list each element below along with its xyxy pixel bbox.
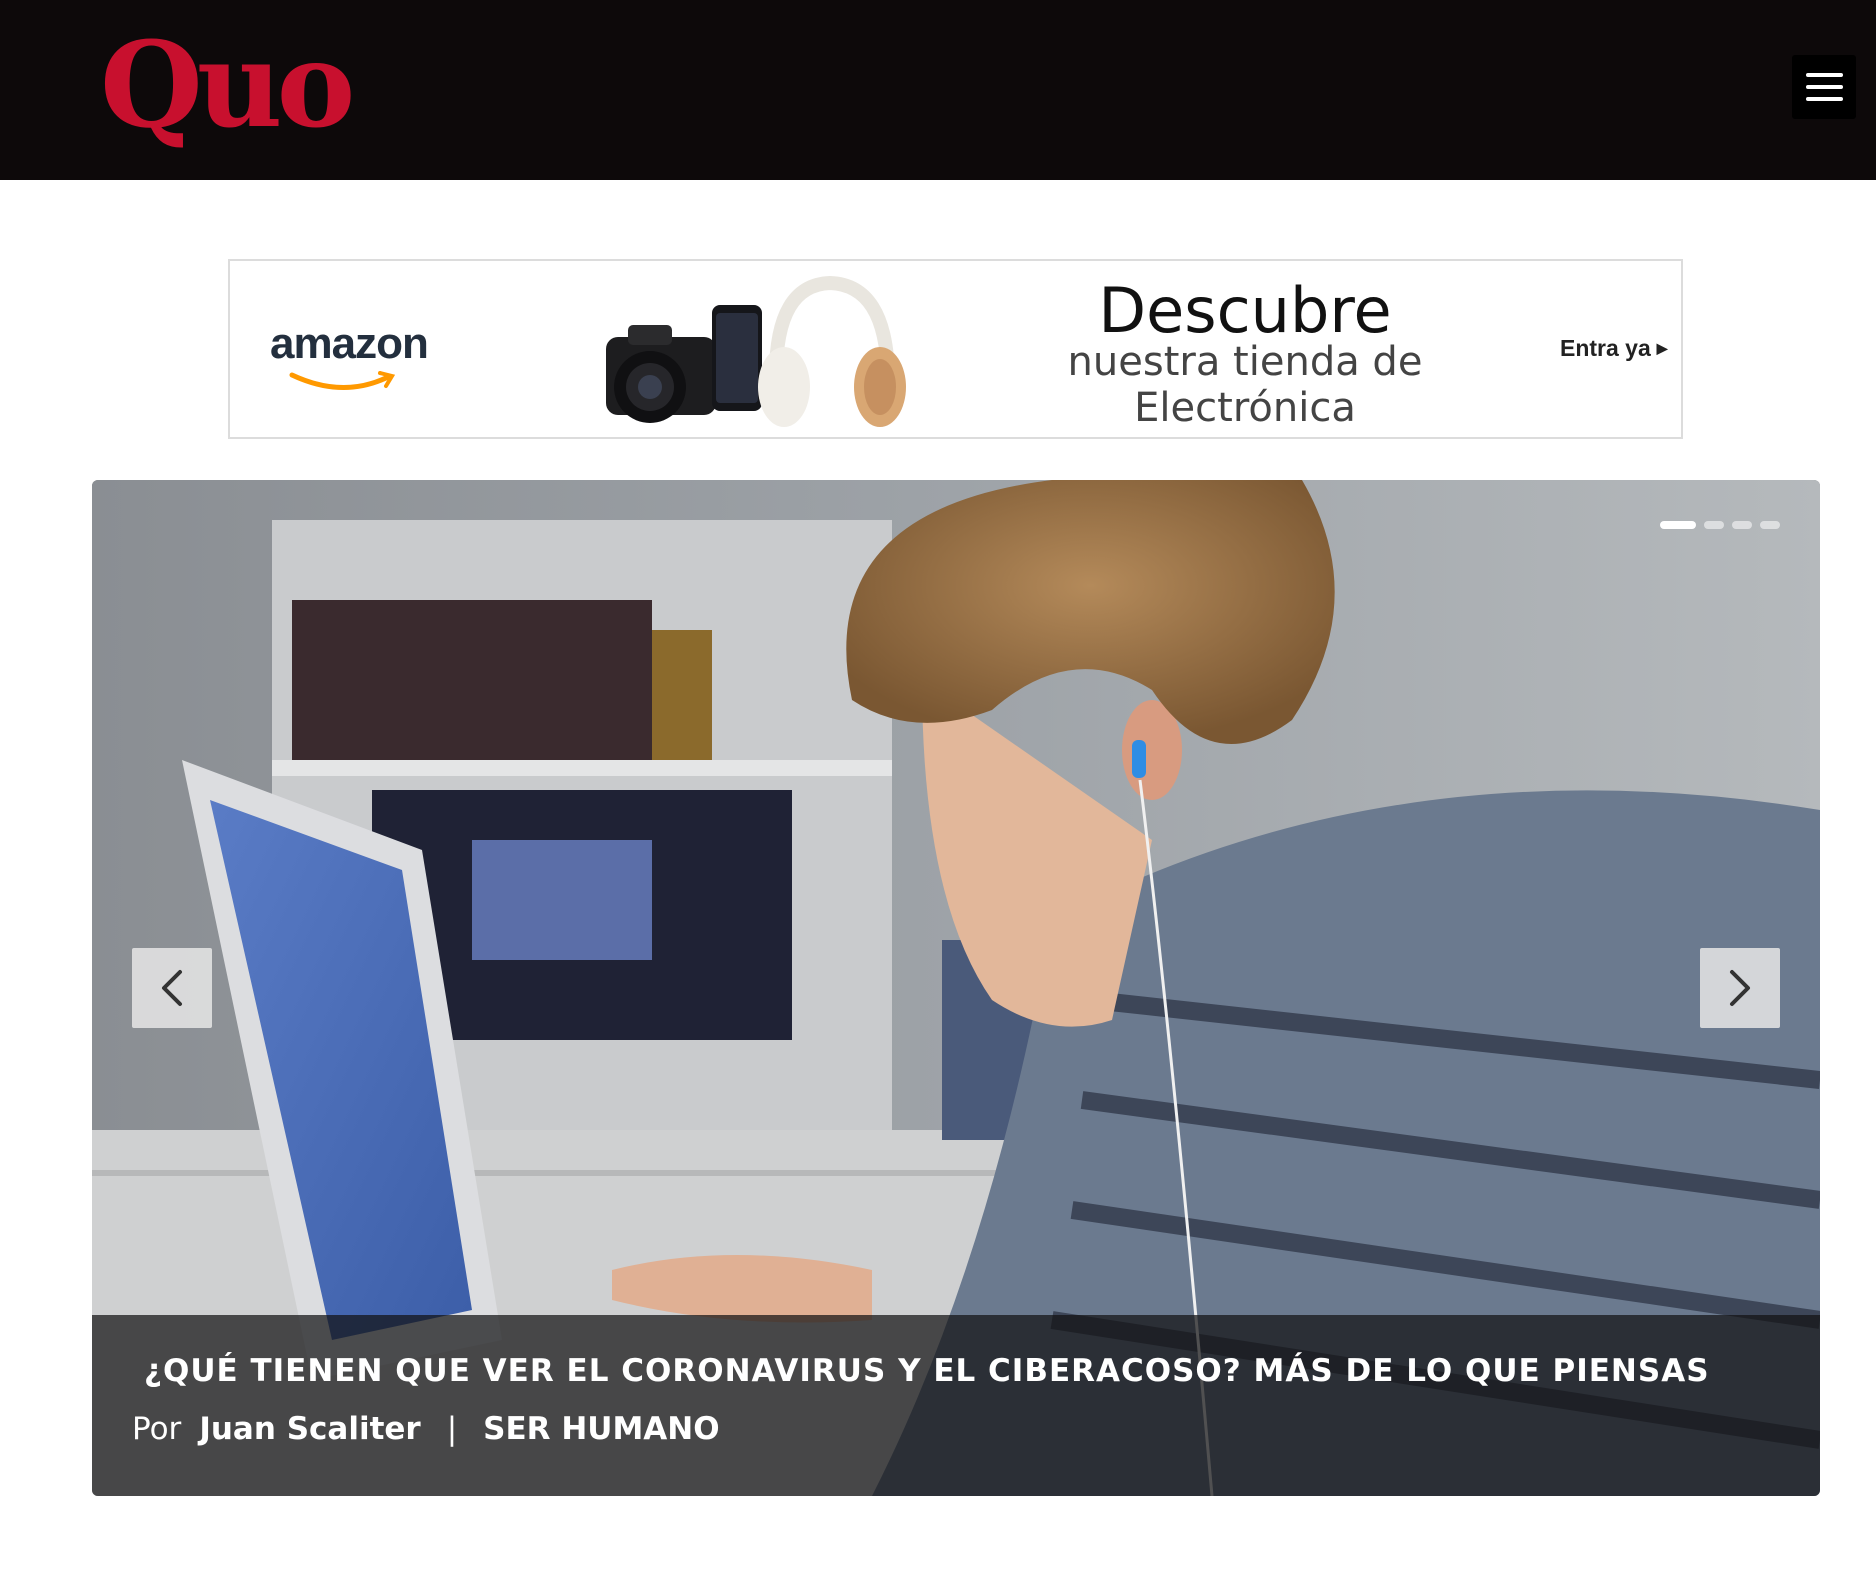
amazon-ad-banner[interactable]: amazon Descubre nuestra tienda de Electr… — [228, 259, 1683, 439]
site-header: Quo — [0, 0, 1876, 180]
hero-slider[interactable]: ¿QUÉ TIENEN QUE VER EL CORONAVIRUS Y EL … — [92, 480, 1820, 1496]
byline-label: Por — [132, 1411, 182, 1447]
article-title-link[interactable]: ¿QUÉ TIENEN QUE VER EL CORONAVIRUS Y EL … — [144, 1353, 1710, 1389]
slider-dot-2[interactable] — [1704, 521, 1724, 529]
quo-logo[interactable]: Quo — [100, 10, 355, 160]
caret-right-icon: ▶ — [1656, 340, 1668, 356]
electronics-products-image — [606, 275, 906, 427]
amazon-smile-icon — [289, 371, 396, 390]
ad-subline: nuestra tienda de Electrónica — [990, 339, 1500, 431]
byline-separator: | — [446, 1411, 458, 1447]
ad-headline: Descubre — [1098, 274, 1392, 347]
slider-prev-button[interactable] — [132, 948, 212, 1028]
slider-dots — [1660, 521, 1780, 529]
ad-subline-1: nuestra tienda de — [1067, 339, 1423, 385]
hamburger-menu-icon[interactable] — [1792, 55, 1856, 119]
slider-dot-3[interactable] — [1732, 521, 1752, 529]
chevron-right-icon — [1730, 970, 1750, 1006]
article-byline: Por Juan Scaliter | SER HUMANO — [132, 1411, 720, 1447]
ad-subline-2: Electrónica — [1134, 385, 1356, 431]
section-link[interactable]: SER HUMANO — [483, 1411, 719, 1447]
slide-caption: ¿QUÉ TIENEN QUE VER EL CORONAVIRUS Y EL … — [92, 1315, 1820, 1496]
slider-next-button[interactable] — [1700, 948, 1780, 1028]
author-link[interactable]: Juan Scaliter — [199, 1411, 420, 1447]
slider-dot-1[interactable] — [1660, 521, 1696, 529]
amazon-logo: amazon — [270, 319, 429, 368]
chevron-left-icon — [162, 970, 182, 1006]
ad-cta-link[interactable]: Entra ya ▶ — [1560, 335, 1668, 362]
slider-dot-4[interactable] — [1760, 521, 1780, 529]
ad-cta-label: Entra ya — [1560, 335, 1651, 361]
